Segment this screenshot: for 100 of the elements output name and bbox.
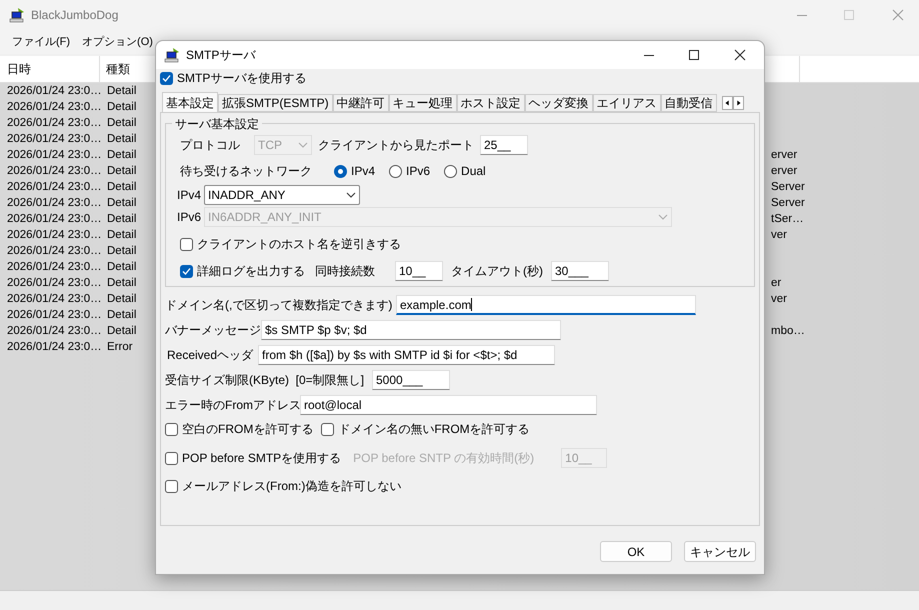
table-cell-text: Detail: [106, 228, 138, 244]
group-title: サーバ基本設定: [172, 115, 262, 133]
table-cell-text: 2026/01/24 23:0…: [6, 100, 100, 116]
field-label: 待ち受けるネットワーク: [180, 163, 312, 180]
table-cell-text: er: [771, 276, 782, 292]
dialog-button[interactable]: OK: [600, 541, 672, 562]
table-cell-text: 2026/01/24 23:0…: [6, 116, 100, 132]
table-cell-text: 2026/01/24 23:0…: [6, 228, 100, 244]
radio-label: IPv6: [406, 163, 430, 180]
table-cell-text: 2026/01/24 23:0…: [6, 324, 100, 340]
table-cell-text: 2026/01/24 23:0…: [6, 132, 100, 148]
table-cell-text: Detail: [106, 244, 138, 260]
tab[interactable]: 自動受信: [660, 94, 717, 112]
tab[interactable]: 中継許可: [332, 94, 389, 112]
checkbox[interactable]: [165, 452, 178, 464]
tab[interactable]: キュー処理: [388, 94, 457, 112]
table-cell-text: Error: [106, 340, 134, 356]
chevron-down-icon: [346, 192, 356, 198]
field-label: バナーメッセージ: [165, 322, 261, 339]
radio-label: IPv4: [351, 163, 376, 180]
checkbox-label: 詳細ログを出力する: [197, 263, 305, 280]
table-cell-text: Detail: [106, 100, 138, 116]
table-cell-text: Detail: [106, 164, 138, 180]
table-cell-text: 2026/01/24 23:0…: [6, 308, 100, 324]
close-icon[interactable]: [734, 49, 746, 61]
table-cell-text: 2026/01/24 23:0…: [6, 212, 100, 228]
tab[interactable]: 拡張SMTP(ESMTP): [218, 94, 333, 112]
table-cell-text: 2026/01/24 23:0…: [6, 180, 100, 196]
input-field[interactable]: 30___: [551, 261, 609, 281]
menu-item[interactable]: ファイル(F): [12, 34, 70, 50]
table-cell-text: 2026/01/24 23:0…: [6, 340, 100, 356]
checkbox[interactable]: [180, 264, 193, 278]
checkbox-label: クライアントのホスト名を逆引きする: [197, 236, 401, 253]
app-icon: [164, 47, 180, 63]
radio-button[interactable]: [334, 164, 347, 178]
field-label: 同時接続数: [315, 263, 375, 280]
table-cell-text: 2026/01/24 23:0…: [6, 164, 100, 180]
table-cell-text: ver: [771, 292, 787, 308]
input-field[interactable]: $s SMTP $p $v; $d: [261, 320, 561, 340]
scroll-left-icon[interactable]: [722, 96, 733, 110]
checkbox[interactable]: [160, 72, 173, 84]
table-cell-text: Detail: [106, 196, 138, 212]
table-cell-text: erver: [771, 164, 798, 180]
tab[interactable]: ヘッダ変換: [524, 94, 593, 112]
field-label: POP before SNTP の有効時間(秒): [353, 450, 536, 467]
checkbox[interactable]: [321, 422, 334, 436]
table-cell-text: Detail: [106, 180, 138, 196]
table-cell-text: 2026/01/24 23:0…: [6, 148, 100, 164]
checkbox[interactable]: [165, 480, 178, 492]
table-cell-text: Detail: [106, 116, 138, 132]
table-cell-text: Detail: [106, 324, 138, 340]
menu-item[interactable]: オプション(O): [82, 34, 153, 50]
tab[interactable]: ホスト設定: [456, 94, 525, 112]
field-label: エラー時のFromアドレス: [165, 397, 300, 414]
input-field[interactable]: from $h ([$a]) by $s with SMTP id $i for <$t>; $d: [258, 345, 555, 365]
radio-button[interactable]: [389, 164, 402, 178]
field-label: 受信サイズ制限(KByte) [0=制限無し]: [165, 372, 366, 389]
field-label: IPv6: [177, 209, 202, 226]
table-cell-text: 2026/01/24 23:0…: [6, 292, 100, 308]
field-label: ドメイン名(,で区切って複数指定できます): [165, 297, 394, 314]
tab[interactable]: 基本設定: [162, 92, 218, 112]
table-cell-text: erver: [771, 148, 798, 164]
table-cell-text: Detail: [106, 148, 138, 164]
table-cell-text: Detail: [106, 132, 138, 148]
app-icon: [9, 7, 25, 23]
table-cell-text: Detail: [106, 212, 138, 228]
minimize-icon[interactable]: [644, 54, 654, 56]
table-cell-text: tSer…: [771, 212, 804, 228]
table-cell-text: 2026/01/24 23:0…: [6, 196, 100, 212]
table-cell-text: ver: [771, 228, 787, 244]
input-field[interactable]: root@local: [300, 395, 597, 415]
table-cell-text: mbo…: [771, 324, 805, 340]
checkbox[interactable]: [165, 422, 178, 436]
input-field[interactable]: example.com: [396, 295, 696, 315]
table-cell-text: 2026/01/24 23:0…: [6, 244, 100, 260]
table-cell-text: 2026/01/24 23:0…: [6, 260, 100, 276]
field-label: Receivedヘッダ: [166, 347, 254, 364]
table-cell-text: 2026/01/24 23:0…: [6, 276, 100, 292]
radio-label: Dual: [461, 163, 486, 180]
checkbox-label: POP before SMTPを使用する: [182, 450, 342, 467]
scroll-right-icon[interactable]: [732, 96, 744, 110]
table-cell-text: Detail: [106, 292, 138, 308]
checkbox[interactable]: [180, 238, 193, 250]
field-label: プロトコル: [180, 137, 240, 154]
dropdown[interactable]: INADDR_ANY: [204, 185, 360, 205]
field-label: IPv4: [177, 187, 202, 204]
input-field[interactable]: 10__: [395, 261, 443, 281]
maximize-icon[interactable]: [689, 50, 699, 60]
tab[interactable]: エイリアス: [592, 94, 661, 112]
checkbox-label: ドメイン名の無いFROMを許可する: [338, 421, 530, 438]
table-cell-text: Server: [771, 180, 805, 196]
input-field[interactable]: 5000___: [372, 370, 450, 390]
checkbox-label: メールアドレス(From:)偽造を許可しない: [182, 478, 402, 495]
table-cell-text: Server: [771, 196, 805, 212]
dialog-button[interactable]: キャンセル: [684, 541, 756, 562]
table-cell-text: Detail: [106, 276, 138, 292]
radio-button[interactable]: [444, 164, 458, 178]
window-title: BlackJumboDog: [31, 7, 118, 24]
field-label: クライアントから見たポート: [318, 137, 474, 154]
input-field[interactable]: 25__: [480, 135, 528, 155]
